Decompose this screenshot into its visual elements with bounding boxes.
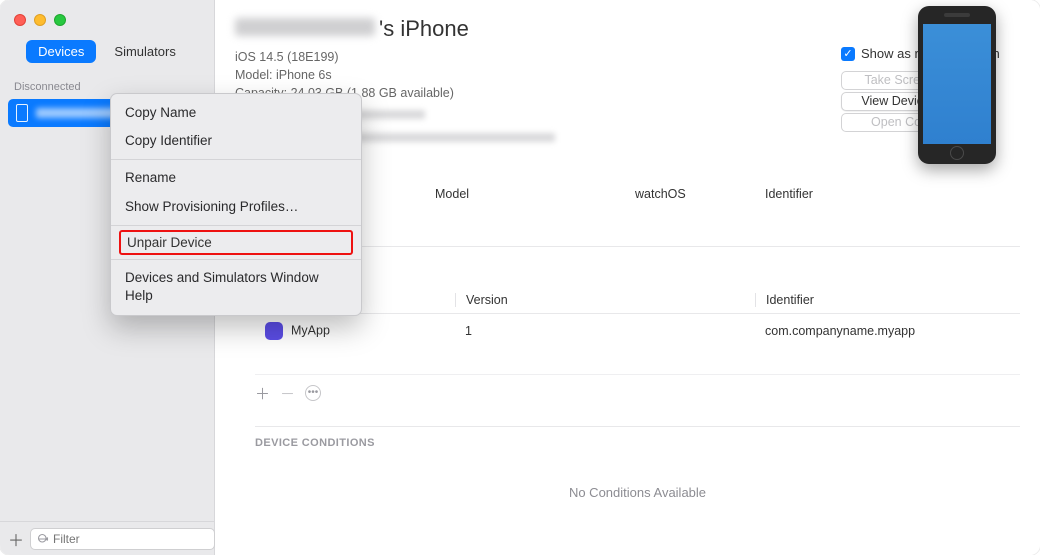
app-name-cell: MyApp — [255, 322, 455, 340]
app-icon — [265, 322, 283, 340]
filter-field[interactable] — [30, 528, 215, 550]
app-name: MyApp — [291, 323, 330, 337]
menu-show-provisioning[interactable]: Show Provisioning Profiles… — [111, 193, 361, 221]
add-app-button[interactable]: ＋ — [255, 383, 270, 404]
sidebar-footer: ＋ — [0, 521, 214, 555]
filter-icon — [37, 533, 49, 545]
table-row[interactable]: MyApp 1 com.companyname.myapp — [255, 314, 1020, 348]
more-actions-button[interactable]: ••• — [305, 385, 321, 401]
tab-devices[interactable]: Devices — [26, 40, 96, 63]
installed-apps-table: Name Version Identifier MyApp 1 com.comp… — [255, 287, 1020, 408]
checkbox-checked-icon[interactable]: ✓ — [841, 47, 855, 61]
app-identifier-cell: com.companyname.myapp — [755, 324, 1020, 338]
device-title: 's iPhone — [235, 16, 1020, 42]
remove-app-button[interactable]: － — [280, 383, 295, 404]
menu-rename[interactable]: Rename — [111, 164, 361, 192]
close-icon[interactable] — [14, 14, 26, 26]
apps-col-identifier[interactable]: Identifier — [755, 293, 1020, 307]
filter-input[interactable] — [53, 532, 208, 546]
iphone-icon — [16, 104, 28, 122]
sidebar-tabs: Devices Simulators — [0, 36, 214, 75]
minimize-icon[interactable] — [34, 14, 46, 26]
installed-apps-title: INSTALLED APPS — [255, 261, 1020, 279]
add-button[interactable]: ＋ — [8, 530, 24, 548]
menu-unpair-device[interactable]: Unpair Device — [127, 235, 345, 250]
col-model: Model — [435, 187, 635, 201]
title-suffix: 's iPhone — [379, 16, 469, 42]
device-name-redacted — [36, 108, 116, 118]
menu-separator — [111, 225, 361, 226]
menu-window-help[interactable]: Devices and Simulators Window Help — [111, 264, 361, 310]
maximize-icon[interactable] — [54, 14, 66, 26]
paired-column-headers: Name Model watchOS Identifier — [255, 187, 1020, 247]
app-version-cell: 1 — [455, 324, 755, 338]
menu-unpair-highlight: Unpair Device — [119, 230, 353, 255]
apps-table-actions: ＋ － ••• — [255, 374, 1020, 408]
device-screen-icon — [923, 24, 991, 144]
apps-column-headers: Name Version Identifier — [255, 287, 1020, 314]
home-button-icon — [950, 146, 964, 160]
window-controls — [14, 14, 66, 26]
owner-name-redacted — [235, 18, 375, 36]
menu-separator — [111, 259, 361, 260]
apps-col-version[interactable]: Version — [455, 293, 755, 307]
menu-copy-name[interactable]: Copy Name — [111, 99, 361, 127]
tab-simulators[interactable]: Simulators — [102, 40, 187, 63]
menu-copy-identifier[interactable]: Copy Identifier — [111, 127, 361, 155]
menu-separator — [111, 159, 361, 160]
col-watchos: watchOS — [635, 187, 765, 201]
context-menu: Copy Name Copy Identifier Rename Show Pr… — [110, 93, 362, 316]
device-conditions-title: DEVICE CONDITIONS — [255, 437, 1020, 455]
device-conditions-section: DEVICE CONDITIONS No Conditions Availabl… — [215, 427, 1040, 504]
col-identifier: Identifier — [765, 187, 1020, 201]
no-conditions-label: No Conditions Available — [255, 455, 1020, 500]
devices-window: Devices Simulators Disconnected ＋ 's iPh… — [0, 0, 1040, 555]
device-preview — [918, 6, 996, 164]
